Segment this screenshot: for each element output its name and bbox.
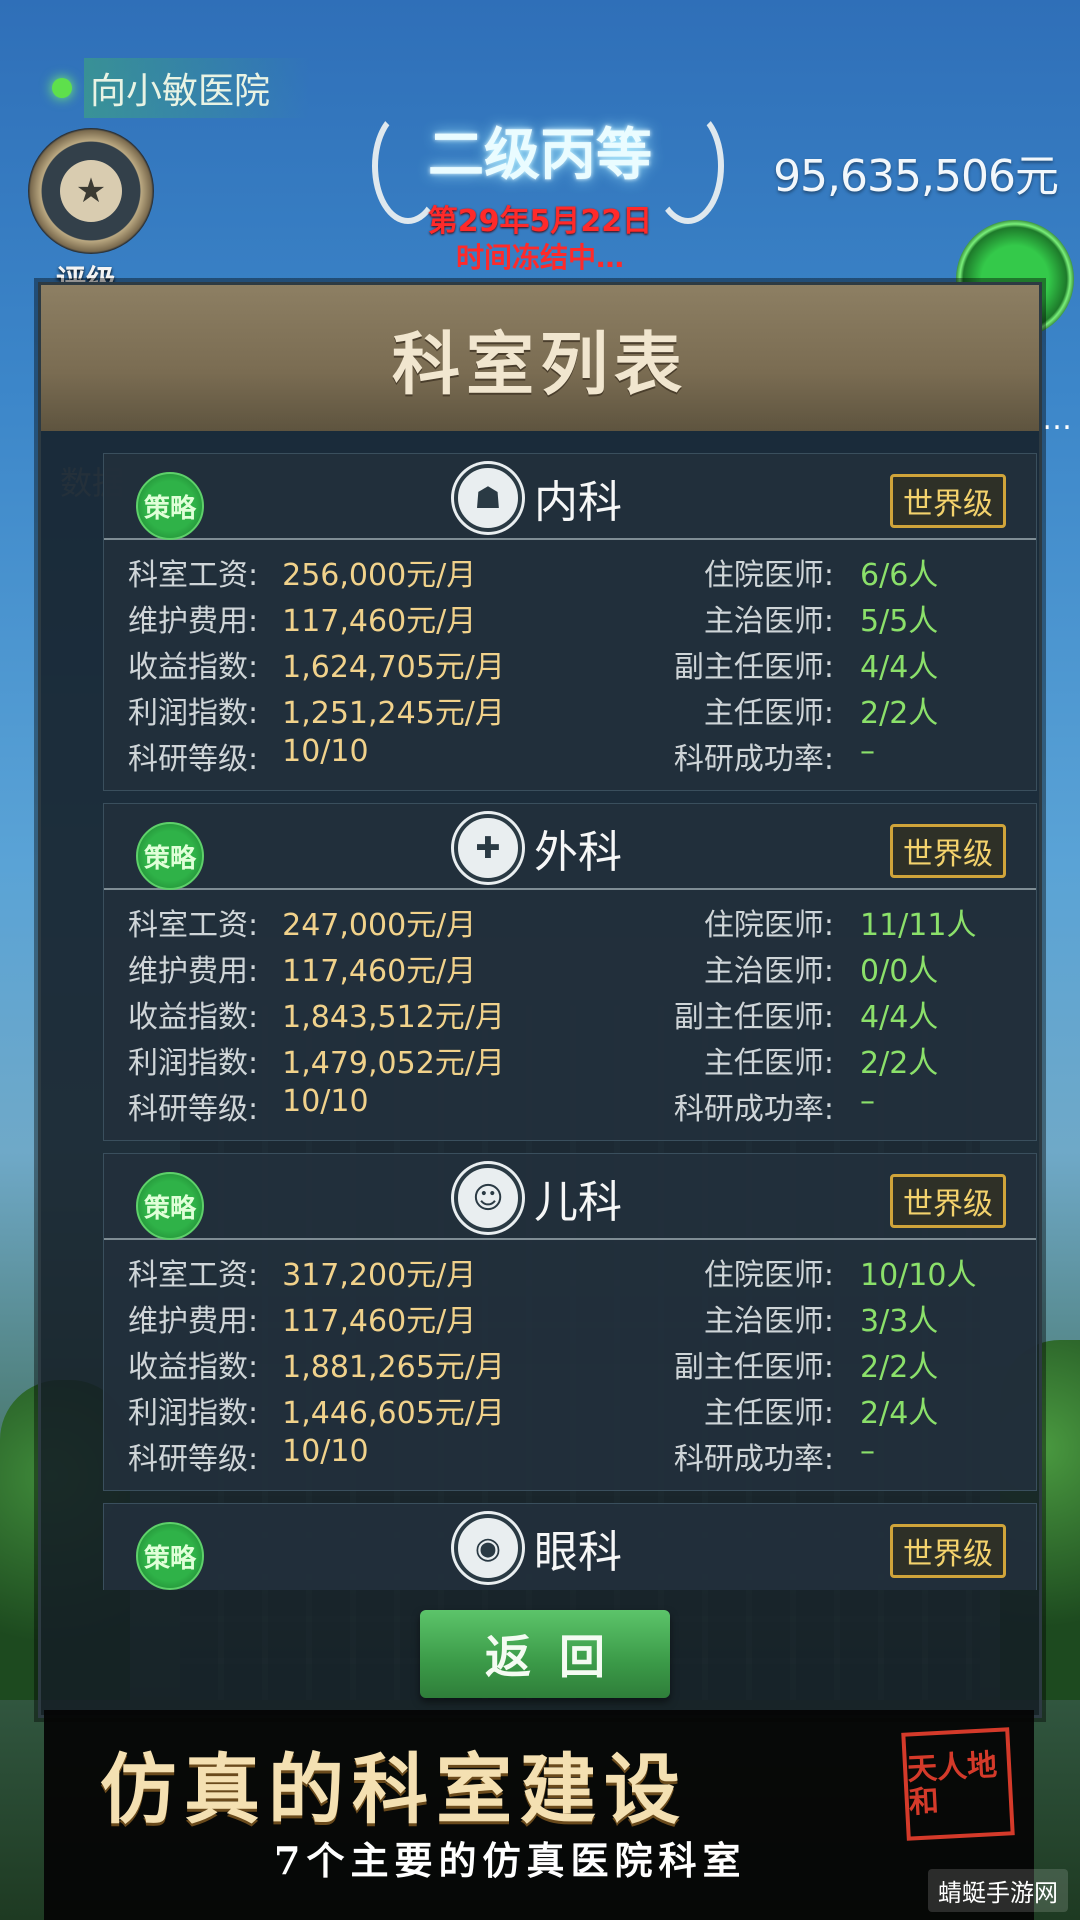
stat-revenue: 收益指数: 1,881,265元/月 bbox=[128, 1350, 505, 1385]
medal-icon: ★ bbox=[60, 160, 122, 222]
stat-salary: 科室工资: 317,200元/月 bbox=[128, 1258, 477, 1293]
department-card: 策略 ☺ 儿科 世界级 科室工资: 317,200元/月 维护费用: 117,460… bbox=[103, 1153, 1037, 1491]
stat-attending: 主治医师: 0/0人 bbox=[703, 954, 939, 989]
department-name: 眼科 bbox=[534, 1527, 622, 1578]
department-title: ☺ 儿科 bbox=[454, 1164, 622, 1232]
stat-associate: 副主任医师: 4/4人 bbox=[673, 1000, 939, 1035]
stat-associate: 副主任医师: 4/4人 bbox=[673, 650, 939, 685]
department-name: 外科 bbox=[534, 827, 622, 878]
stat-attending: 主治医师: 5/5人 bbox=[703, 604, 939, 639]
stat-salary: 科室工资: 256,000元/月 bbox=[128, 558, 477, 593]
rating-button[interactable]: ★ bbox=[28, 128, 154, 254]
stat-research: 科研等级: 10/10 bbox=[128, 1084, 369, 1127]
stat-maintenance: 维护费用: 117,460元/月 bbox=[128, 954, 477, 989]
department-card: 策略 ◉ 眼科 世界级 bbox=[103, 1503, 1037, 1590]
stat-success-rate: 科研成功率: – bbox=[673, 1084, 875, 1127]
stat-research: 科研等级: 10/10 bbox=[128, 734, 369, 777]
stat-maintenance: 维护费用: 117,460元/月 bbox=[128, 1304, 477, 1339]
eye-icon: ◉ bbox=[454, 1514, 522, 1582]
strategy-button[interactable]: 策略 bbox=[136, 1172, 204, 1240]
department-list-panel: 科室列表 策略 ☗ 内科 世界级 科室工资: 256,000元/月 维护费用: 11… bbox=[38, 282, 1042, 1718]
panel-header: 科室列表 bbox=[41, 285, 1039, 431]
hospital-name: 向小敏医院 bbox=[84, 58, 311, 118]
stat-profit: 利润指数: 1,251,245元/月 bbox=[128, 696, 505, 731]
game-date: 第29年5月22日 bbox=[427, 204, 653, 239]
department-card: 策略 ☗ 内科 世界级 科室工资: 256,000元/月 维护费用: 117,460… bbox=[103, 453, 1037, 791]
stat-profit: 利润指数: 1,446,605元/月 bbox=[128, 1396, 505, 1431]
seal-stamp: 天人地和 bbox=[901, 1727, 1015, 1841]
stat-associate: 副主任医师: 2/2人 bbox=[673, 1350, 939, 1385]
pediatrics-icon: ☺ bbox=[454, 1164, 522, 1232]
department-name: 内科 bbox=[534, 477, 622, 528]
department-card: 策略 ✚ 外科 世界级 科室工资: 247,000元/月 维护费用: 117,460… bbox=[103, 803, 1037, 1141]
back-button[interactable]: 返回 bbox=[420, 1610, 670, 1698]
department-name: 儿科 bbox=[534, 1177, 622, 1228]
department-header: 策略 ☗ 内科 世界级 bbox=[104, 454, 1036, 540]
department-stats: 科室工资: 256,000元/月 维护费用: 117,460元/月 收益指数: 1,6… bbox=[104, 540, 1036, 790]
more-icon[interactable]: … bbox=[1042, 402, 1072, 437]
hospital-grade: 二级丙等 bbox=[428, 123, 652, 188]
strategy-button[interactable]: 策略 bbox=[136, 822, 204, 890]
stat-research: 科研等级: 10/10 bbox=[128, 1434, 369, 1477]
internal-medicine-icon: ☗ bbox=[454, 464, 522, 532]
department-title: ◉ 眼科 bbox=[454, 1514, 622, 1582]
department-header: 策略 ☺ 儿科 世界级 bbox=[104, 1154, 1036, 1240]
online-status-dot bbox=[52, 78, 72, 98]
promo-subtitle: 7个主要的仿真医院科室 bbox=[274, 1838, 747, 1883]
stat-profit: 利润指数: 1,479,052元/月 bbox=[128, 1046, 505, 1081]
level-badge: 世界级 bbox=[890, 474, 1006, 528]
strategy-button[interactable]: 策略 bbox=[136, 472, 204, 540]
stat-salary: 科室工资: 247,000元/月 bbox=[128, 908, 477, 943]
stat-revenue: 收益指数: 1,624,705元/月 bbox=[128, 650, 505, 685]
level-badge: 世界级 bbox=[890, 824, 1006, 878]
panel-title: 科室列表 bbox=[391, 325, 688, 405]
stat-resident: 住院医师: 10/10人 bbox=[703, 1258, 977, 1293]
stat-attending: 主治医师: 3/3人 bbox=[703, 1304, 939, 1339]
stat-success-rate: 科研成功率: – bbox=[673, 1434, 875, 1477]
stat-chief: 主任医师: 2/4人 bbox=[703, 1396, 939, 1431]
level-badge: 世界级 bbox=[890, 1174, 1006, 1228]
stat-resident: 住院医师: 11/11人 bbox=[703, 908, 977, 943]
stat-revenue: 收益指数: 1,843,512元/月 bbox=[128, 1000, 505, 1035]
stat-maintenance: 维护费用: 117,460元/月 bbox=[128, 604, 477, 639]
money-display: 95,635,506元 bbox=[773, 151, 1059, 202]
department-stats: 科室工资: 247,000元/月 维护费用: 117,460元/月 收益指数: 1,8… bbox=[104, 890, 1036, 1140]
department-header: 策略 ◉ 眼科 世界级 bbox=[104, 1504, 1036, 1590]
stat-chief: 主任医师: 2/2人 bbox=[703, 1046, 939, 1081]
stat-chief: 主任医师: 2/2人 bbox=[703, 696, 939, 731]
level-badge: 世界级 bbox=[890, 1524, 1006, 1578]
department-stats: 科室工资: 317,200元/月 维护费用: 117,460元/月 收益指数: 1,8… bbox=[104, 1240, 1036, 1490]
hospital-name-bar: 向小敏医院 bbox=[52, 58, 311, 118]
watermark: 蜻蜓手游网 bbox=[928, 1869, 1068, 1912]
department-header: 策略 ✚ 外科 世界级 bbox=[104, 804, 1036, 890]
time-status: 时间冻结中… bbox=[455, 241, 624, 274]
surgery-icon: ✚ bbox=[454, 814, 522, 882]
stat-resident: 住院医师: 6/6人 bbox=[703, 558, 939, 593]
strategy-button[interactable]: 策略 bbox=[136, 1522, 204, 1590]
department-title: ✚ 外科 bbox=[454, 814, 622, 882]
department-title: ☗ 内科 bbox=[454, 464, 622, 532]
promo-title: 仿真的科室建设 bbox=[100, 1745, 688, 1834]
stat-success-rate: 科研成功率: – bbox=[673, 734, 875, 777]
promo-banner: 仿真的科室建设 7个主要的仿真医院科室 天人地和 bbox=[44, 1710, 1034, 1920]
